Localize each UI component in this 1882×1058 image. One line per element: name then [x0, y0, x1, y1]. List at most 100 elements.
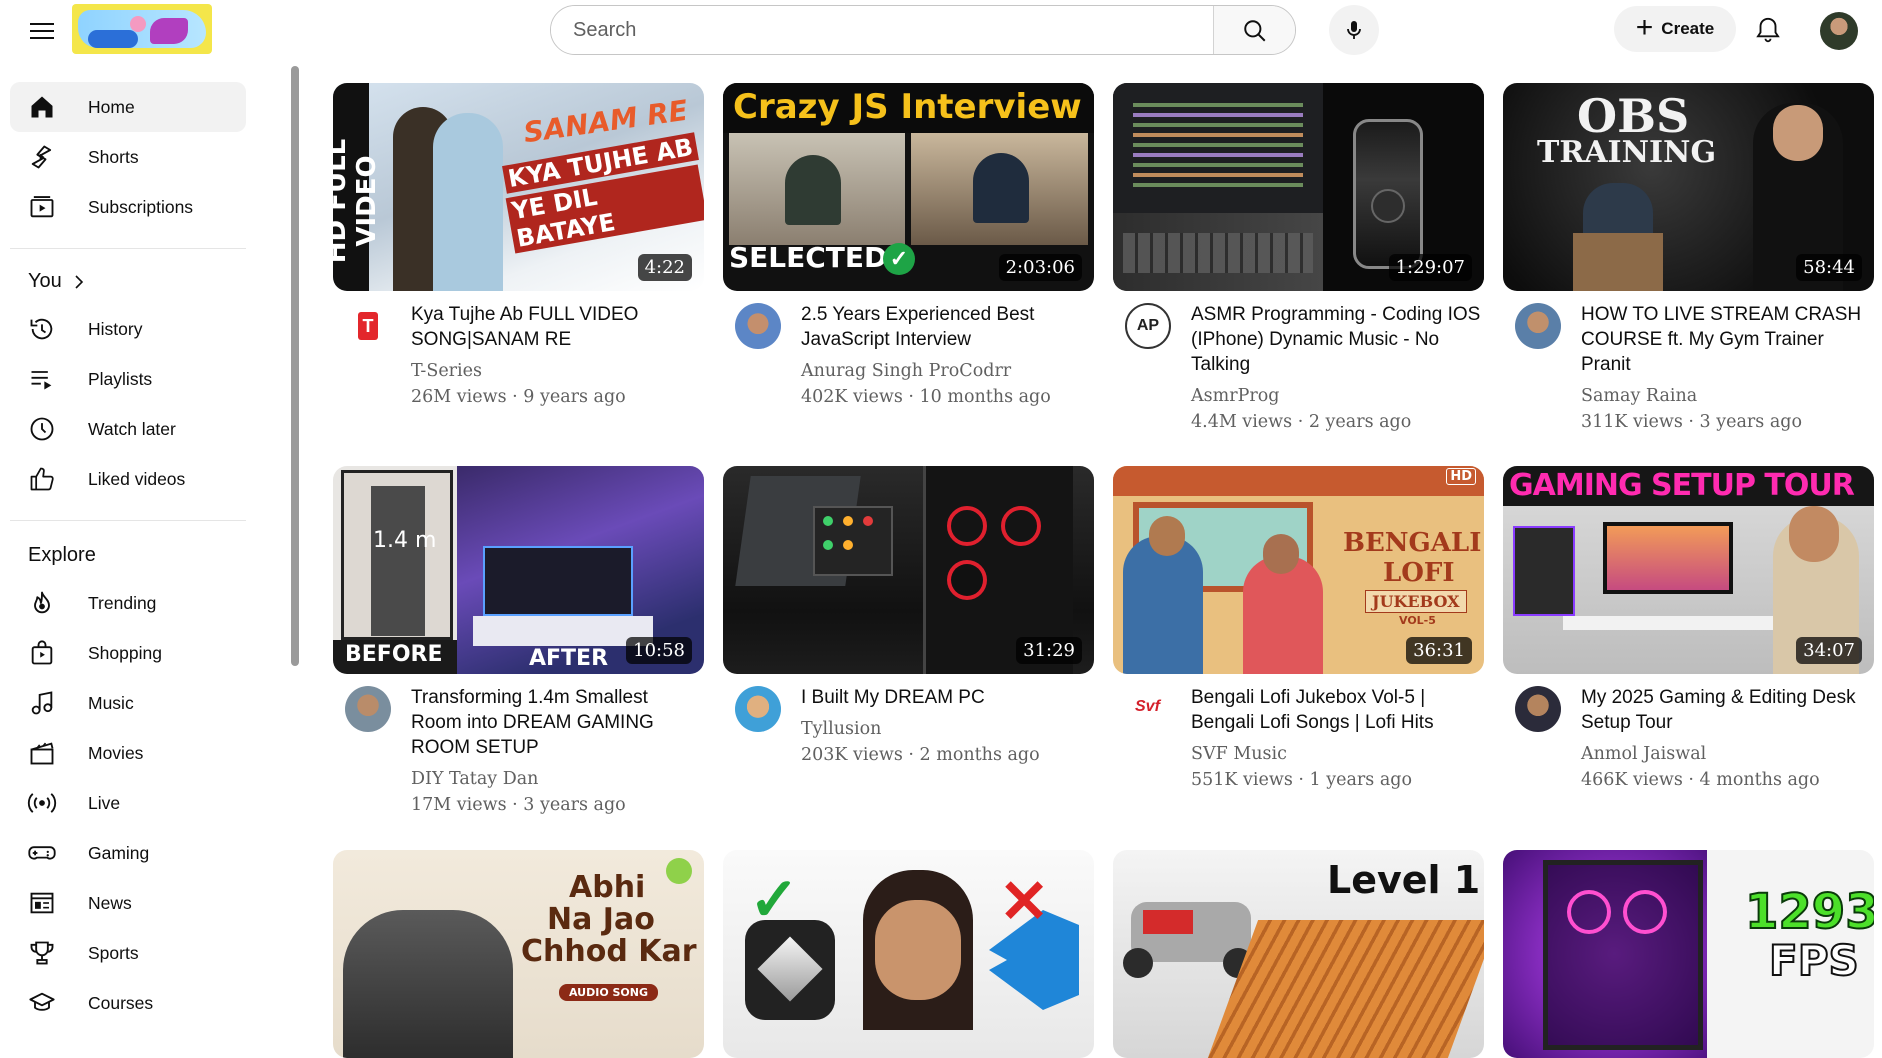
sidebar-item-trending[interactable]: Trending	[10, 578, 246, 628]
sidebar-item-news[interactable]: News	[10, 878, 246, 928]
gaming-icon	[24, 839, 60, 867]
sidebar-item-label: Live	[88, 792, 121, 813]
voice-search-button[interactable]	[1329, 5, 1379, 55]
video-title[interactable]: HOW TO LIVE STREAM CRASH COURSE ft. My G…	[1581, 302, 1871, 377]
thumbnail-text: VOL-5	[1399, 614, 1436, 627]
sidebar-item-gaming[interactable]: Gaming	[10, 828, 246, 878]
sidebar-item-live[interactable]: Live	[10, 778, 246, 828]
video-card[interactable]: 1:29:07 AP ASMR Programming - Coding IOS…	[1113, 83, 1484, 433]
sidebar-item-shorts[interactable]: Shorts	[10, 132, 246, 182]
sidebar-item-sports[interactable]: Sports	[10, 928, 246, 978]
sidebar-divider	[10, 520, 246, 521]
video-thumbnail[interactable]: Level 1	[1113, 850, 1484, 1058]
sidebar-item-history[interactable]: History	[10, 304, 246, 354]
video-thumbnail[interactable]: 31:29	[723, 466, 1094, 674]
account-avatar[interactable]	[1820, 12, 1858, 50]
sidebar-item-shopping[interactable]: Shopping	[10, 628, 246, 678]
video-thumbnail[interactable]: Abhi Na Jao Chhod Kar AUDIO SONG	[333, 850, 704, 1058]
video-duration: 34:07	[1796, 637, 1862, 664]
channel-name[interactable]: DIY Tatay Dan	[411, 769, 538, 789]
video-card[interactable]: GAMING SETUP TOUR 34:07 My 2025 Gaming &…	[1503, 466, 1874, 816]
channel-avatar[interactable]	[735, 303, 781, 349]
video-title[interactable]: Bengali Lofi Jukebox Vol-5 | Bengali Lof…	[1191, 685, 1481, 735]
notifications-button[interactable]	[1748, 10, 1788, 50]
video-thumbnail[interactable]: Crazy JS Interview SELECTED ✓ 2:03:06	[723, 83, 1094, 291]
video-stats: 203K views · 2 months ago	[801, 745, 1040, 765]
video-duration: 10:58	[626, 637, 692, 664]
channel-name[interactable]: SVF Music	[1191, 744, 1287, 764]
thumbnail-text: Crazy JS Interview	[733, 87, 1082, 127]
thumbnail-text: Level 1	[1327, 858, 1481, 902]
video-title[interactable]: ASMR Programming - Coding IOS (IPhone) D…	[1191, 302, 1481, 377]
video-card[interactable]: BENGALI LOFI JUKEBOX VOL-5 HD 36:31 Svf …	[1113, 466, 1484, 816]
video-card[interactable]: OBS TRAINING 58:44 HOW TO LIVE STREAM CR…	[1503, 83, 1874, 433]
sidebar-item-label: Courses	[88, 992, 154, 1013]
channel-avatar[interactable]: AP	[1125, 303, 1171, 349]
channel-avatar[interactable]: T	[345, 303, 391, 349]
video-stats: 4.4M views · 2 years ago	[1191, 412, 1412, 432]
video-thumbnail[interactable]: ✓ ✕	[723, 850, 1094, 1058]
channel-name[interactable]: T-Series	[411, 361, 482, 381]
live-icon	[24, 789, 60, 817]
video-card[interactable]: 31:29 I Built My DREAM PC Tyllusion 203K…	[723, 466, 1094, 816]
doodle-logo[interactable]	[72, 4, 212, 54]
subscriptions-icon	[24, 193, 60, 221]
video-thumbnail[interactable]: 1.4 m BEFORE AFTER 10:58	[333, 466, 704, 674]
sidebar-item-label: Music	[88, 692, 134, 713]
search-button[interactable]	[1213, 6, 1295, 54]
sidebar-item-home[interactable]: Home	[10, 82, 246, 132]
sidebar-item-label: Playlists	[88, 368, 153, 389]
thumbnail-text: JUKEBOX	[1365, 590, 1467, 613]
video-title[interactable]: Kya Tujhe Ab FULL VIDEO SONG|SANAM RE	[411, 302, 701, 352]
sidebar-divider	[10, 248, 246, 249]
video-title[interactable]: I Built My DREAM PC	[801, 685, 1091, 710]
sidebar-explore-heading: Explore	[28, 544, 96, 566]
thumbnail-text: 1.4 m	[373, 528, 437, 553]
channel-avatar[interactable]	[735, 686, 781, 732]
video-title[interactable]: 2.5 Years Experienced Best JavaScript In…	[801, 302, 1091, 352]
channel-avatar[interactable]: Svf	[1125, 686, 1171, 732]
sidebar-item-watch-later[interactable]: Watch later	[10, 404, 246, 454]
video-thumbnail[interactable]: OBS TRAINING 58:44	[1503, 83, 1874, 291]
channel-name[interactable]: AsmrProg	[1191, 386, 1279, 406]
sidebar-item-courses[interactable]: Courses	[10, 978, 246, 1028]
video-card[interactable]: Crazy JS Interview SELECTED ✓ 2:03:06 2.…	[723, 83, 1094, 433]
sidebar-item-liked-videos[interactable]: Liked videos	[10, 454, 246, 504]
channel-avatar[interactable]	[345, 686, 391, 732]
channel-avatar[interactable]	[1515, 686, 1561, 732]
video-thumbnail[interactable]: BENGALI LOFI JUKEBOX VOL-5 HD 36:31	[1113, 466, 1484, 674]
menu-icon[interactable]	[24, 18, 60, 46]
sidebar-item-music[interactable]: Music	[10, 678, 246, 728]
video-stats: 26M views · 9 years ago	[411, 387, 626, 407]
video-thumbnail[interactable]: 1:29:07	[1113, 83, 1484, 291]
video-card[interactable]: Level 1	[1113, 850, 1484, 1058]
thumbnail-text: AUDIO SONG	[559, 984, 659, 1001]
channel-name[interactable]: Tyllusion	[801, 719, 881, 739]
channel-avatar[interactable]	[1515, 303, 1561, 349]
video-title[interactable]: My 2025 Gaming & Editing Desk Setup Tour	[1581, 685, 1871, 735]
channel-name[interactable]: Anurag Singh ProCodrr	[801, 361, 1011, 381]
create-button[interactable]: + Create	[1614, 6, 1736, 52]
thumbnail-text: AFTER	[529, 646, 609, 671]
video-card[interactable]: 1.4 m BEFORE AFTER 10:58 Transforming 1.…	[333, 466, 704, 816]
playlists-icon	[24, 365, 60, 393]
channel-name[interactable]: Anmol Jaiswal	[1581, 744, 1706, 764]
video-stats: 466K views · 4 months ago	[1581, 770, 1820, 790]
video-card[interactable]: ✓ ✕	[723, 850, 1094, 1058]
video-thumbnail[interactable]: HD FULL VIDEO SANAM RE KYA TUJHE AB YE D…	[333, 83, 704, 291]
sidebar-scrollbar[interactable]	[291, 66, 299, 666]
sidebar-item-playlists[interactable]: Playlists	[10, 354, 246, 404]
video-thumbnail[interactable]: 1293 FPS	[1503, 850, 1874, 1058]
sidebar-item-label: Movies	[88, 742, 144, 763]
sidebar-item-subscriptions[interactable]: Subscriptions	[10, 182, 246, 232]
video-title[interactable]: Transforming 1.4m Smallest Room into DRE…	[411, 685, 701, 760]
video-card[interactable]: Abhi Na Jao Chhod Kar AUDIO SONG	[333, 850, 704, 1058]
video-thumbnail[interactable]: GAMING SETUP TOUR 34:07	[1503, 466, 1874, 674]
search-icon	[1243, 20, 1265, 42]
sidebar-item-movies[interactable]: Movies	[10, 728, 246, 778]
video-card[interactable]: HD FULL VIDEO SANAM RE KYA TUJHE AB YE D…	[333, 83, 704, 433]
search-input[interactable]	[551, 6, 1213, 54]
sidebar-you-heading[interactable]: You	[28, 270, 86, 293]
video-card[interactable]: 1293 FPS	[1503, 850, 1874, 1058]
channel-name[interactable]: Samay Raina	[1581, 386, 1697, 406]
